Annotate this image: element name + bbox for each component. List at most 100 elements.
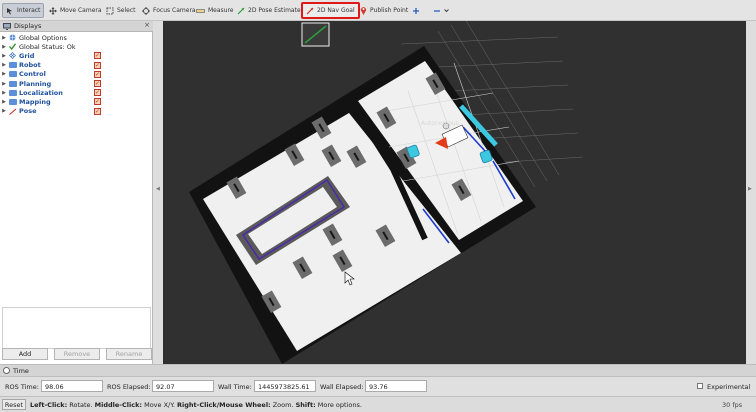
displays-tree: ▶ Global Options ▶ Global Status: Ok ▶ G… [0,33,152,116]
tree-item-label: Planning [19,79,52,88]
interact-tool-button[interactable]: Interact [2,3,45,18]
time-title: Time [13,366,29,375]
pose-enabled-checkbox[interactable]: ✓ [94,107,101,115]
close-icon[interactable]: × [144,21,150,29]
expand-arrow-icon[interactable]: ▶ [0,44,8,50]
interact-icon [7,7,12,14]
ros-elapsed-label: ROS Elapsed: [107,383,151,391]
add-tool-button[interactable] [409,3,423,18]
experimental-label: Experimental [707,383,751,391]
wall-elapsed-label: Wall Elapsed: [320,383,364,391]
folder-icon [8,89,17,96]
expand-arrow-icon[interactable]: ▶ [0,62,8,68]
tree-item-grid[interactable]: ▶ Grid ✓ [0,51,152,60]
toolbar: Interact Move Camera Select Focus Camera… [0,0,756,21]
displays-buttons: Add Remove Rename [2,348,152,362]
wall-elapsed-field[interactable]: 93.76 [365,380,427,392]
focus-camera-label: Focus Camera [153,7,196,14]
expand-arrow-icon[interactable]: ▶ [0,53,8,59]
tree-item-planning[interactable]: ▶ Planning ✓ [0,79,152,88]
time-panel-radio[interactable] [3,367,10,374]
displays-title: Displays [14,22,42,30]
expand-arrow-icon[interactable]: ▶ [0,35,8,41]
select-tool-button[interactable]: Select [103,3,139,18]
folder-icon [8,80,17,87]
move-camera-icon [49,6,57,15]
displays-panel-header: Displays × [0,21,153,32]
interact-label: Interact [17,7,41,14]
localization-enabled-checkbox[interactable]: ✓ [94,89,101,97]
plus-icon [413,7,419,14]
time-panel-header: Time [0,365,756,377]
remove-tool-menu[interactable] [430,3,452,18]
globe-icon [8,34,17,41]
tree-item-label: Global Options [19,33,67,42]
folder-icon [8,62,17,69]
move-camera-label: Move Camera [60,7,102,14]
folder-icon [8,71,17,78]
tree-item-label: Control [19,70,46,79]
tree-item-label: Pose [19,107,37,116]
mapping-enabled-checkbox[interactable]: ✓ [94,98,101,106]
measure-tool-button[interactable]: Measure [193,3,237,18]
displays-panel: Displays × ▶ Global Options ▶ Global Sta… [0,21,153,364]
expand-arrow-icon[interactable]: ▶ [0,81,8,87]
tree-item-global-options[interactable]: ▶ Global Options [0,33,152,42]
tree-item-control[interactable]: ▶ Control ✓ [0,70,152,79]
map-view[interactable]: Autonomous [163,21,746,364]
grid-icon [8,52,17,60]
focus-camera-icon [142,6,150,15]
check-icon [8,43,17,51]
planning-enabled-checkbox[interactable]: ✓ [94,79,101,87]
status-bar: Reset Left-Click: Rotate. Middle-Click: … [0,396,756,412]
focus-camera-tool-button[interactable]: Focus Camera [139,3,199,18]
nav-goal-preview [301,22,330,47]
arrow-icon [8,108,17,115]
tree-item-label: Localization [19,88,63,97]
tree-item-mapping[interactable]: ▶ Mapping ✓ [0,97,152,106]
right-splitter-handle[interactable]: ▶ [746,21,756,364]
expand-arrow-icon[interactable]: ▶ [0,71,8,77]
grid-enabled-checkbox[interactable]: ✓ [94,52,101,60]
ros-elapsed-field[interactable]: 92.07 [152,380,214,392]
pose-estimate-tool-button[interactable]: 2D Pose Estimate [234,3,304,18]
time-panel: Time ROS Time: 98.06 ROS Elapsed: 92.07 … [0,364,756,396]
tree-item-label: Grid [19,51,35,60]
mouse-help-text: Left-Click: Rotate. Middle-Click: Move X… [30,401,362,409]
pose-estimate-label: 2D Pose Estimate [248,7,301,14]
expand-arrow-icon[interactable]: ▶ [0,108,8,114]
experimental-checkbox[interactable] [697,383,703,389]
chevron-down-icon [444,9,449,13]
publish-point-icon [360,7,367,15]
wall-time-field[interactable]: 1445973825.61 [254,380,316,392]
robot-enabled-checkbox[interactable]: ✓ [94,61,101,69]
measure-label: Measure [208,7,234,14]
wall-time-label: Wall Time: [218,383,252,391]
rename-display-button[interactable]: Rename [106,348,152,360]
expand-arrow-icon[interactable]: ▶ [0,99,8,105]
fps-counter: 30 fps [722,401,743,409]
move-camera-tool-button[interactable]: Move Camera [46,3,105,18]
control-enabled-checkbox[interactable]: ✓ [94,70,101,78]
tree-item-pose[interactable]: ▶ Pose ✓ [0,107,152,116]
select-icon [106,7,114,14]
tree-item-global-status[interactable]: ▶ Global Status: Ok [0,42,152,51]
add-display-button[interactable]: Add [2,348,48,360]
pose-estimate-icon [237,7,245,14]
publish-point-label: Publish Point [370,7,409,14]
nav-goal-icon [306,7,314,14]
expand-arrow-icon[interactable]: ▶ [0,90,8,96]
tree-item-localization[interactable]: ▶ Localization ✓ [0,88,152,97]
render-viewport[interactable]: Autonomous [163,21,746,364]
reset-button[interactable]: Reset [2,399,26,410]
tree-item-robot[interactable]: ▶ Robot ✓ [0,61,152,70]
monitor-icon [3,22,11,30]
nav-goal-tool-button[interactable]: 2D Nav Goal [301,2,360,19]
publish-point-tool-button[interactable]: Publish Point [357,3,411,18]
minus-icon [434,9,440,12]
ros-time-label: ROS Time: [5,383,39,391]
remove-display-button[interactable]: Remove [54,348,100,360]
ros-time-field[interactable]: 98.06 [41,380,103,392]
folder-icon [8,98,17,105]
left-splitter-handle[interactable]: ◀ [153,21,163,364]
